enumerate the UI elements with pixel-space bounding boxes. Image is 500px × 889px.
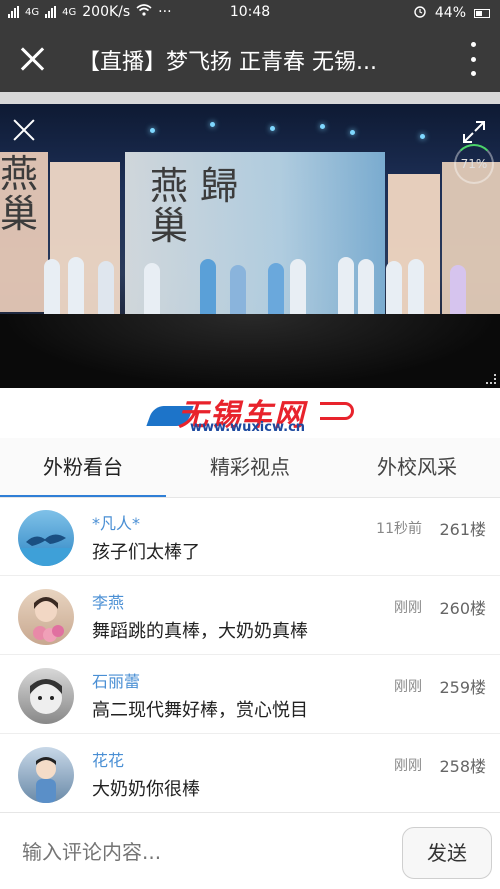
comment-list[interactable]: *凡人* 孩子们太棒了 11秒前 261楼 李燕 舞蹈跳的真棒，大奶奶真棒 刚刚… <box>0 498 500 812</box>
tab-fans-stand[interactable]: 外粉看台 <box>0 438 166 498</box>
avatar[interactable] <box>18 747 74 803</box>
brand-logo: 无锡车网 www.wuxicw.cn <box>0 388 500 438</box>
status-right: 44% <box>413 4 490 22</box>
list-item: *凡人* 孩子们太棒了 11秒前 261楼 <box>0 498 500 576</box>
stage-light <box>420 134 425 139</box>
more-options-icon[interactable] <box>468 42 478 76</box>
avatar[interactable] <box>18 668 74 724</box>
alarm-clock-icon <box>413 4 427 22</box>
comment-text: 高二现代舞好棒，赏心悦目 <box>92 700 308 721</box>
stage-light <box>210 122 215 127</box>
calligraphy-left: 燕 巢 <box>0 152 39 236</box>
battery-icon <box>474 8 490 18</box>
close-icon[interactable] <box>12 118 36 142</box>
comment-floor: 259楼 <box>439 678 486 697</box>
page-title: 【直播】梦飞扬 正青春 无锡... <box>78 50 377 75</box>
battery-percent: 44% <box>434 5 466 21</box>
comment-time: 11秒前 <box>376 521 422 537</box>
stage-light <box>270 126 275 131</box>
comment-floor: 261楼 <box>439 520 486 539</box>
comment-input-bar: 发送 <box>0 812 500 889</box>
status-bar: 4G 4G 200K/s ··· 10:48 44% <box>0 0 500 26</box>
tab-highlights[interactable]: 精彩视点 <box>167 438 333 498</box>
expand-icon[interactable] <box>462 120 486 144</box>
stage-light <box>150 128 155 133</box>
title-bar: 【直播】梦飞扬 正青春 无锡... <box>0 26 500 92</box>
comment-text: 大奶奶你很棒 <box>92 779 200 800</box>
active-tab-indicator <box>0 495 166 497</box>
page-load-strip <box>0 92 500 104</box>
comment-time: 刚刚 <box>394 600 422 616</box>
tab-school-style[interactable]: 外校风采 <box>334 438 500 498</box>
comment-time: 刚刚 <box>394 679 422 695</box>
comment-input[interactable] <box>8 827 388 877</box>
tab-bar: 外粉看台 精彩视点 外校风采 <box>0 438 500 498</box>
brand-swoosh-icon <box>320 402 354 420</box>
list-item: 李燕 舞蹈跳的真棒，大奶奶真棒 刚刚 260楼 <box>0 577 500 655</box>
avatar[interactable] <box>18 510 74 566</box>
list-item: 花花 大奶奶你很棒 刚刚 258楼 <box>0 735 500 812</box>
audience <box>0 314 500 388</box>
comment-username[interactable]: 花花 <box>92 747 124 771</box>
comment-floor: 260楼 <box>439 599 486 618</box>
live-video-player[interactable]: 燕 巢 燕 歸 巢 71% <box>0 104 500 388</box>
list-item: 石丽蕾 高二现代舞好棒，赏心悦目 刚刚 259楼 <box>0 656 500 734</box>
comment-username[interactable]: 李燕 <box>92 589 124 613</box>
brand-url: www.wuxicw.cn <box>190 420 306 435</box>
comment-text: 孩子们太棒了 <box>92 542 200 563</box>
comment-floor: 258楼 <box>439 757 486 776</box>
progress-ring: 71% <box>454 144 494 184</box>
resize-grip-icon[interactable] <box>486 374 496 384</box>
calligraphy-center: 燕 歸 巢 <box>150 164 239 248</box>
comment-text: 舞蹈跳的真棒，大奶奶真棒 <box>92 621 308 642</box>
avatar[interactable] <box>18 589 74 645</box>
stage-light <box>320 124 325 129</box>
stage-light <box>350 130 355 135</box>
comment-time: 刚刚 <box>394 758 422 774</box>
send-button[interactable]: 发送 <box>402 827 492 879</box>
comment-username[interactable]: 石丽蕾 <box>92 668 140 692</box>
close-icon[interactable] <box>14 40 52 78</box>
comment-username[interactable]: *凡人* <box>92 510 140 534</box>
